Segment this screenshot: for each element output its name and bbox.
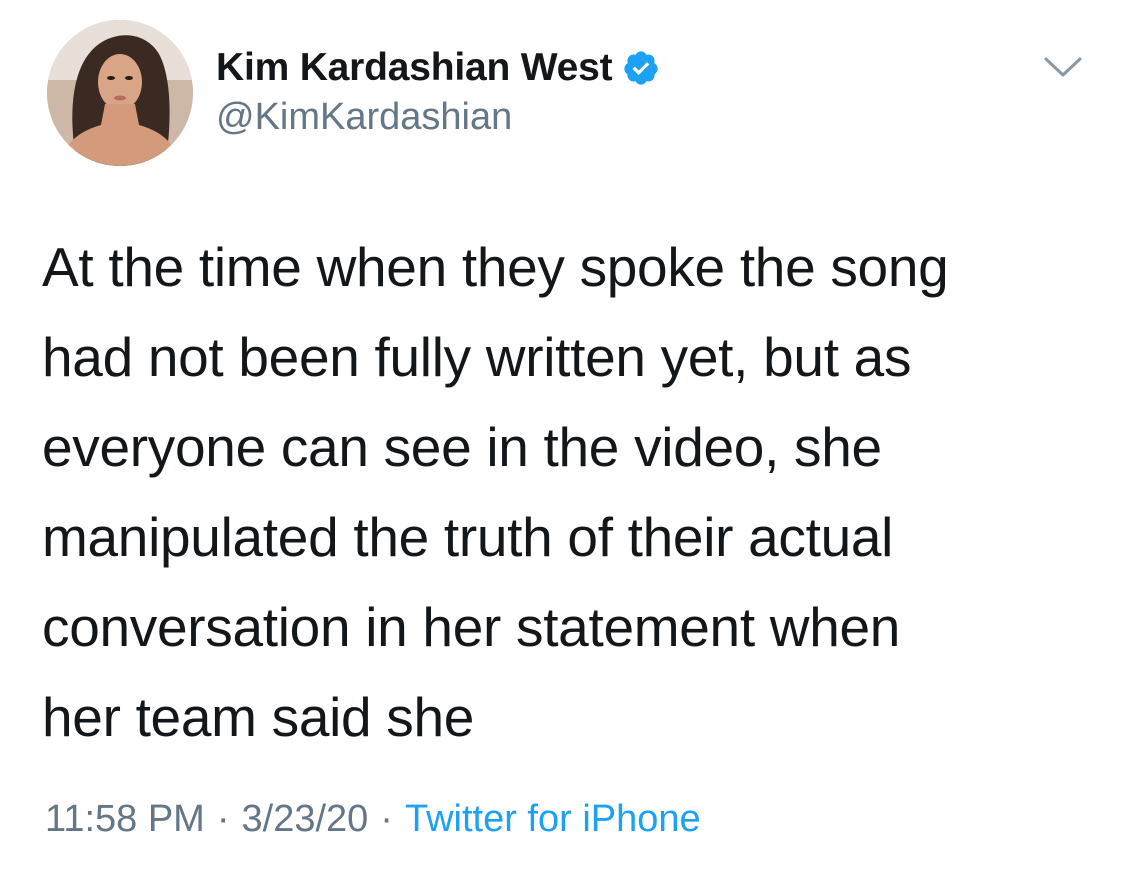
- author-name-row[interactable]: Kim Kardashian West: [216, 44, 660, 92]
- tweet-text-line: At the time when they spoke the song: [42, 236, 949, 298]
- tweet-metadata: 11:58 PM · 3/23/20 · Twitter for iPhone: [45, 798, 701, 841]
- author-display-name[interactable]: Kim Kardashian West: [216, 46, 613, 90]
- avatar-image: [47, 20, 193, 166]
- tweet-text-line: had not been fully written yet, but as: [42, 326, 912, 388]
- author-handle[interactable]: @KimKardashian: [216, 96, 512, 139]
- chevron-down-icon[interactable]: [1041, 52, 1085, 82]
- tweet-time[interactable]: 11:58 PM: [45, 798, 205, 841]
- avatar[interactable]: [47, 20, 193, 166]
- tweet-text-line: conversation in her statement when: [42, 596, 901, 658]
- tweet-text-line: manipulated the truth of their actual: [42, 506, 894, 568]
- tweet-text: At the time when they spoke the song had…: [42, 222, 1092, 762]
- tweet-card: Kim Kardashian West @KimKardashian At th…: [0, 0, 1125, 883]
- separator-dot: ·: [216, 798, 230, 840]
- tweet-text-line: everyone can see in the video, she: [42, 416, 882, 478]
- tweet-text-line: her team said she: [42, 686, 475, 748]
- separator-dot: ·: [380, 798, 393, 840]
- tweet-source-link[interactable]: Twitter for iPhone: [405, 798, 701, 841]
- tweet-date[interactable]: 3/23/20: [242, 798, 369, 841]
- verified-badge-icon: [622, 49, 660, 87]
